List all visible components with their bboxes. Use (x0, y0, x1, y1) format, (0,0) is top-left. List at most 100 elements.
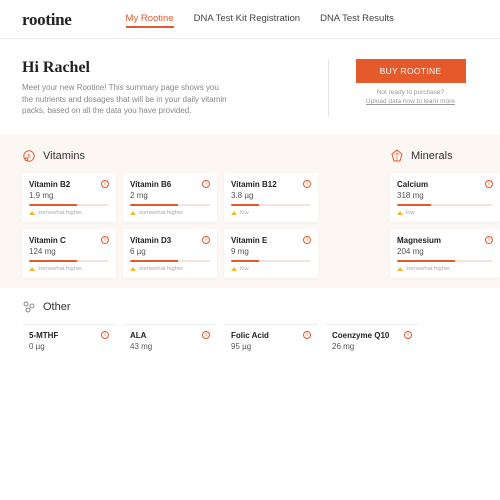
info-icon[interactable]: i (303, 180, 311, 188)
warning-icon (29, 211, 35, 215)
buy-button[interactable]: BUY ROOTINE (356, 59, 466, 83)
nutrient-card[interactable]: ALAi43 mg (123, 324, 217, 357)
info-icon[interactable]: i (202, 236, 210, 244)
status-text: low (240, 210, 249, 216)
info-icon[interactable]: i (202, 180, 210, 188)
nutrient-name: Calcium (397, 180, 428, 189)
nutrient-name: 5-MTHF (29, 331, 58, 340)
nutrient-card[interactable]: 5-MTHF i 0 µg (22, 324, 116, 357)
info-icon[interactable]: i (101, 236, 109, 244)
nutrient-dosage: 9 mg (231, 247, 311, 256)
warning-icon (231, 267, 237, 271)
vitamin-icon: B (22, 149, 36, 163)
hero-divider (328, 59, 329, 117)
status-row: somewhat higher (29, 266, 109, 272)
warning-icon (397, 267, 403, 271)
nutrient-card[interactable]: Magnesium i 204 mg somewhat higher (390, 229, 500, 278)
dosage-bar (397, 204, 493, 206)
nutrient-card[interactable]: Folic Acid i 95 µg (224, 324, 318, 357)
nutrient-dosage: 26 mg (332, 342, 412, 351)
nutrient-name: ALA (130, 331, 146, 340)
info-icon[interactable]: i (485, 236, 493, 244)
nutrient-dosage: 204 mg (397, 247, 493, 256)
other-header: Other (22, 300, 500, 314)
status-row: somewhat higher (29, 210, 109, 216)
cta-subtext: Not ready to purchase? Upload data now t… (366, 88, 455, 106)
upload-data-link[interactable]: Upload data now to learn more (366, 98, 455, 105)
minerals-label: Minerals (411, 150, 453, 162)
status-text: somewhat higher (139, 266, 183, 272)
nutrient-dosage: 124 mg (29, 247, 109, 256)
minerals-grid: Calcium i 318 mg low Magnesium i 204 mg somewha… (390, 173, 500, 278)
status-row: somewhat higher (130, 266, 210, 272)
nav-dna-results[interactable]: DNA Test Results (320, 13, 394, 28)
nutrient-name: Folic Acid (231, 331, 269, 340)
status-text: somewhat higher (139, 210, 183, 216)
nutrient-name: Vitamin B2 (29, 180, 70, 189)
warning-icon (130, 211, 136, 215)
mineral-icon (390, 149, 404, 163)
nutrient-card[interactable]: Vitamin B2 i 1.9 mg somewhat higher (22, 173, 116, 222)
nutrient-name: Vitamin C (29, 236, 66, 245)
nutrient-dosage: 318 mg (397, 191, 493, 200)
status-text: somewhat higher (38, 266, 82, 272)
nutrient-dosage: 2 mg (130, 191, 210, 200)
nutrient-dosage: 1.9 mg (29, 191, 109, 200)
minerals-header: Minerals (390, 149, 500, 163)
nutrient-card[interactable]: Vitamin C i 124 mg somewhat higher (22, 229, 116, 278)
nutrient-name: Vitamin D3 (130, 236, 171, 245)
warning-icon (231, 211, 237, 215)
status-row: low (231, 266, 311, 272)
dosage-bar (29, 204, 109, 206)
nutrient-card[interactable]: Vitamin B12i3.8 µglow (224, 173, 318, 222)
dosage-bar (29, 260, 109, 262)
info-icon[interactable]: i (101, 331, 109, 339)
status-row: low (231, 210, 311, 216)
status-row: somewhat higher (397, 266, 493, 272)
status-text: low (406, 210, 415, 216)
warning-icon (29, 267, 35, 271)
other-icon (22, 300, 36, 314)
other-grid: 5-MTHFi0 µgALAi43 mgFolic Acidi95 µgCoen… (22, 324, 500, 357)
info-icon[interactable]: i (303, 236, 311, 244)
nutrient-name: Magnesium (397, 236, 441, 245)
info-icon[interactable]: i (101, 180, 109, 188)
nav-dna-registration[interactable]: DNA Test Kit Registration (194, 13, 300, 28)
nutrient-dosage: 95 µg (231, 342, 311, 351)
nutrient-name: Coenzyme Q10 (332, 331, 389, 340)
status-text: somewhat higher (406, 266, 450, 272)
vitamins-grid: Vitamin B2i1.9 mgsomewhat higherVitamin … (22, 173, 372, 278)
status-text: low (240, 266, 249, 272)
header: rootine My Rootine DNA Test Kit Registra… (0, 0, 500, 39)
warning-icon (397, 211, 403, 215)
hero-body: Meet your new Rootine! This summary page… (22, 82, 232, 117)
dosage-bar (397, 260, 493, 262)
nutrient-card[interactable]: Vitamin D3 i 6 µg somewhat higher (123, 229, 217, 278)
nutrient-name: Vitamin B6 (130, 180, 171, 189)
status-row: somewhat higher (130, 210, 210, 216)
other-label: Other (43, 301, 71, 313)
nutrient-card[interactable]: Vitamin B6 i 2 mg somewhat higher (123, 173, 217, 222)
dosage-bar (130, 260, 210, 262)
dosage-bar (231, 260, 311, 262)
svg-text:B: B (27, 154, 31, 160)
nutrient-dosage: 6 µg (130, 247, 210, 256)
nutrient-dosage: 0 µg (29, 342, 109, 351)
dosage-bar (231, 204, 311, 206)
logo: rootine (22, 10, 72, 30)
info-icon[interactable]: i (202, 331, 210, 339)
info-icon[interactable]: i (303, 331, 311, 339)
info-icon[interactable]: i (485, 180, 493, 188)
nutrient-name: Vitamin E (231, 236, 267, 245)
nutrient-card[interactable]: Calcium i 318 mg low (390, 173, 500, 222)
status-row: low (397, 210, 493, 216)
hero-text: Hi Rachel Meet your new Rootine! This su… (22, 59, 314, 117)
info-icon[interactable]: i (404, 331, 412, 339)
main-nav: My Rootine DNA Test Kit Registration DNA… (126, 13, 394, 28)
dosage-bar (130, 204, 210, 206)
nutrient-card[interactable]: Coenzyme Q10 i 26 mg (325, 324, 419, 357)
nutrient-card[interactable]: Vitamin E i 9 mg low (224, 229, 318, 278)
nav-my-rootine[interactable]: My Rootine (126, 13, 174, 28)
nutrient-name: Vitamin B12 (231, 180, 277, 189)
other-section: Other 5-MTHFi0 µgALAi43 mgFolic Acidi95 … (0, 288, 500, 357)
